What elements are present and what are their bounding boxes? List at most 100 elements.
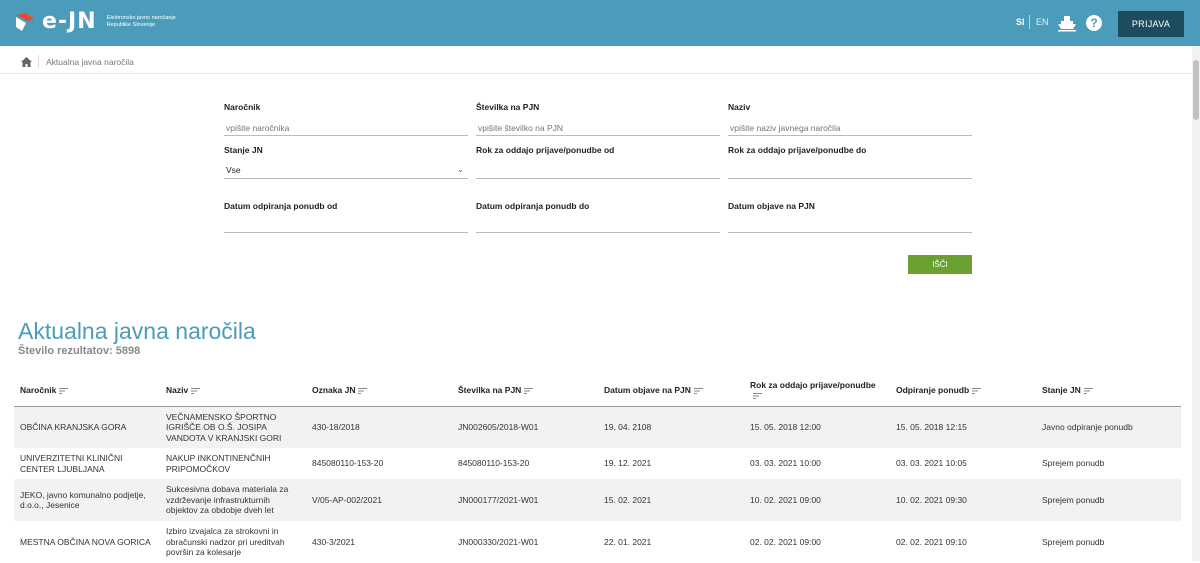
cell-stevilka: JN000330/2021-W01 xyxy=(458,536,539,547)
col-header-label: Naziv xyxy=(166,384,189,395)
cell-narocnik: MESTNA OBČINA NOVA GORICA xyxy=(20,536,151,547)
rok-do-input[interactable] xyxy=(728,162,972,179)
col-header-rok[interactable]: Rok za oddajo prijave/ponudbe xyxy=(744,374,890,407)
rok-od-input[interactable] xyxy=(476,162,720,179)
objava-field: Datum objave na PJN xyxy=(728,201,972,233)
cell-oznaka: 430-3/2021 xyxy=(312,536,356,547)
odp-od-field: Datum odpiranja ponudb od xyxy=(224,201,468,233)
cell-narocnik: OBČINA KRANJSKA GORA xyxy=(14,406,160,448)
search-button[interactable]: IŠČI xyxy=(908,255,972,274)
logo-mark-icon xyxy=(16,13,34,31)
cell-datum-objave: 19. 04. 2108 xyxy=(598,406,744,448)
col-header-label: Stanje JN xyxy=(1042,384,1081,395)
scrollbar-thumb[interactable] xyxy=(1193,60,1199,120)
scrollbar-track[interactable] xyxy=(1192,46,1200,561)
cell-rok: 02. 02. 2021 09:00 xyxy=(750,536,821,547)
cell-naziv[interactable]: Sukcesivna dobava materiala za vzdrževan… xyxy=(160,479,306,521)
table-row[interactable]: OBČINA KRANJSKA GORA VEČNAMENSKO ŠPORTNO… xyxy=(14,406,1181,448)
stanje-selected-value: Vse xyxy=(226,165,241,175)
breadcrumb-current: Aktualna javna naročila xyxy=(46,57,134,67)
result-count: Število rezultatov: 5898 xyxy=(18,345,141,357)
col-header-label: Naročnik xyxy=(20,384,57,395)
objava-label: Datum objave na PJN xyxy=(728,201,815,211)
cell-datum-objave: 22. 01. 2021 xyxy=(604,536,652,547)
lang-divider xyxy=(1029,15,1030,29)
cell-naziv[interactable]: VEČNAMENSKO ŠPORTNO IGRIŠČE OB O.Š. JOSI… xyxy=(160,406,306,448)
col-header-naziv[interactable]: Naziv xyxy=(160,374,306,407)
stevilka-field: Številka na PJN xyxy=(476,102,720,136)
objava-input[interactable] xyxy=(728,217,972,233)
brand-name: e-JN xyxy=(42,9,97,34)
col-header-datum-objave[interactable]: Datum objave na PJN xyxy=(598,374,744,407)
table-header-row: Naročnik Naziv Oznaka JN Številka na PJN… xyxy=(14,374,1181,407)
cell-narocnik: UNIVERZITETNI KLINIČNI CENTER LJUBLJANA xyxy=(20,453,123,474)
sort-icon xyxy=(753,392,762,399)
sort-icon xyxy=(59,387,69,394)
stevilka-label: Številka na PJN xyxy=(476,102,540,112)
cell-naziv[interactable]: NAKUP INKONTINENČNIH PRIPOMOČKOV xyxy=(160,448,306,479)
naziv-label: Naziv xyxy=(728,102,751,112)
cell-narocnik: JEKO, javno komunalno podjetje, d.o.o., … xyxy=(14,479,160,521)
brand-subtitle: Elektronsko javno naročanje Republike Sl… xyxy=(106,15,176,28)
cell-rok: 10. 02. 2021 09:00 xyxy=(744,479,890,521)
cell-odpiranje: 02. 02. 2021 09:10 xyxy=(896,536,967,547)
stanje-select[interactable]: Vse ⌄ xyxy=(224,162,468,179)
col-header-narocnik[interactable]: Naročnik xyxy=(14,374,160,407)
naziv-input[interactable] xyxy=(728,120,972,136)
rok-od-label: Rok za oddajo prijave/ponudbe od xyxy=(476,145,615,155)
cell-stanje: Sprejem ponudb xyxy=(1042,458,1105,469)
rok-do-field: Rok za oddajo prijave/ponudbe do xyxy=(728,145,972,179)
col-header-label: Rok za oddajo prijave/ponudbe xyxy=(750,379,876,390)
col-header-stevilka[interactable]: Številka na PJN xyxy=(452,374,598,407)
cell-odpiranje: 15. 05. 2018 12:15 xyxy=(890,406,1036,448)
sort-icon xyxy=(524,387,534,394)
lang-en-link[interactable]: EN xyxy=(1036,17,1049,27)
cell-rok: 15. 05. 2018 12:00 xyxy=(744,406,890,448)
sort-icon xyxy=(972,387,982,394)
rok-od-field: Rok za oddajo prijave/ponudbe od xyxy=(476,145,720,179)
cell-stevilka: JN002605/2018-W01 xyxy=(452,406,598,448)
cell-oznaka: 845080110-153-20 xyxy=(312,458,384,469)
narocnik-field: Naročnik xyxy=(224,102,468,136)
cell-stanje: Javno odpiranje ponudb xyxy=(1036,406,1181,448)
lang-si-link[interactable]: SI xyxy=(1016,17,1025,27)
login-button[interactable]: PRIJAVA xyxy=(1118,11,1184,37)
ship-icon[interactable] xyxy=(1057,14,1077,32)
odp-do-field: Datum odpiranja ponudb do xyxy=(476,201,720,233)
cell-odpiranje: 10. 02. 2021 09:30 xyxy=(890,479,1036,521)
results-table: Naročnik Naziv Oznaka JN Številka na PJN… xyxy=(14,374,1181,563)
col-header-label: Datum objave na PJN xyxy=(604,384,691,395)
table-row[interactable]: MESTNA OBČINA NOVA GORICA Izbiro izvajal… xyxy=(14,521,1181,563)
table-row[interactable]: JEKO, javno komunalno podjetje, d.o.o., … xyxy=(14,479,1181,521)
naziv-field: Naziv xyxy=(728,102,972,136)
odp-od-label: Datum odpiranja ponudb od xyxy=(224,201,338,211)
sort-icon xyxy=(693,387,703,394)
col-header-label: Oznaka JN xyxy=(312,384,356,395)
cell-rok: 03. 03. 2021 10:00 xyxy=(750,458,821,469)
cell-datum-objave: 15. 02. 2021 xyxy=(598,479,744,521)
narocnik-input[interactable] xyxy=(224,120,468,136)
col-header-stanje[interactable]: Stanje JN xyxy=(1036,374,1181,407)
col-header-odpiranje[interactable]: Odpiranje ponudb xyxy=(890,374,1036,407)
odp-do-input[interactable] xyxy=(476,217,720,233)
cell-oznaka: 430-18/2018 xyxy=(306,406,452,448)
col-header-oznaka[interactable]: Oznaka JN xyxy=(306,374,452,407)
stevilka-input[interactable] xyxy=(476,120,720,136)
odp-do-label: Datum odpiranja ponudb do xyxy=(476,201,590,211)
help-icon[interactable]: ? xyxy=(1086,15,1102,31)
cell-datum-objave: 19. 12. 2021 xyxy=(604,458,652,469)
breadcrumb-divider xyxy=(38,55,39,68)
cell-oznaka: V/05-AP-002/2021 xyxy=(306,479,452,521)
logo[interactable]: e-JN Elektronsko javno naročanje Republi… xyxy=(14,11,197,33)
sort-icon xyxy=(1083,387,1093,394)
cell-odpiranje: 03. 03. 2021 10:05 xyxy=(896,458,967,469)
odp-od-input[interactable] xyxy=(224,217,468,233)
col-header-label: Številka na PJN xyxy=(458,384,522,395)
cell-naziv[interactable]: Izbiro izvajalca za strokovni in obračun… xyxy=(160,521,306,563)
stanje-label: Stanje JN xyxy=(224,145,263,155)
breadcrumb: Aktualna javna naročila xyxy=(0,50,1192,74)
cell-stanje: Sprejem ponudb xyxy=(1036,479,1181,521)
col-header-label: Odpiranje ponudb xyxy=(896,384,970,395)
home-icon[interactable] xyxy=(21,57,32,67)
table-row[interactable]: UNIVERZITETNI KLINIČNI CENTER LJUBLJANA … xyxy=(14,448,1181,479)
